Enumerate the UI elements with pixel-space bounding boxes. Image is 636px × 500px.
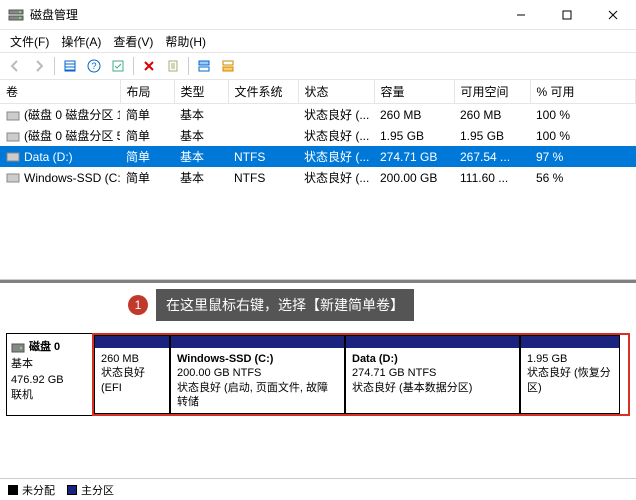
col-free[interactable]: 可用空间: [454, 80, 530, 104]
legend-primary: 主分区: [81, 482, 114, 498]
app-icon: [8, 7, 24, 23]
table-row[interactable]: (磁盘 0 磁盘分区 1)简单基本状态良好 (...260 MB260 MB10…: [0, 104, 636, 126]
col-capacity[interactable]: 容量: [374, 80, 454, 104]
properties-button[interactable]: [162, 55, 184, 77]
menu-action[interactable]: 操作(A): [55, 31, 107, 52]
close-button[interactable]: [590, 0, 636, 30]
legend: 未分配 主分区: [0, 478, 636, 500]
partition[interactable]: Data (D:)274.71 GB NTFS状态良好 (基本数据分区): [345, 335, 520, 414]
partition[interactable]: 1.95 GB状态良好 (恢复分区): [520, 335, 620, 414]
table-row[interactable]: (磁盘 0 磁盘分区 5)简单基本状态良好 (...1.95 GB1.95 GB…: [0, 125, 636, 146]
layout-top-button[interactable]: [193, 55, 215, 77]
menubar: 文件(F) 操作(A) 查看(V) 帮助(H): [0, 30, 636, 52]
toolbar: ?: [0, 52, 636, 80]
help-button[interactable]: ?: [83, 55, 105, 77]
legend-swatch-primary: [67, 485, 77, 495]
delete-button[interactable]: [138, 55, 160, 77]
view-list-button[interactable]: [59, 55, 81, 77]
disk-info: 磁盘 0 基本 476.92 GB 联机: [6, 333, 92, 416]
disk-icon: [11, 342, 25, 354]
minimize-button[interactable]: [498, 0, 544, 30]
annotation-number: 1: [128, 295, 148, 315]
menu-help[interactable]: 帮助(H): [159, 31, 212, 52]
partition[interactable]: Windows-SSD (C:)200.00 GB NTFS状态良好 (启动, …: [170, 335, 345, 414]
layout-bottom-button[interactable]: [217, 55, 239, 77]
back-button[interactable]: [4, 55, 26, 77]
col-status[interactable]: 状态: [298, 80, 374, 104]
svg-text:?: ?: [91, 61, 96, 71]
annotation-text: 在这里鼠标右键，选择【新建简单卷】: [156, 289, 414, 321]
titlebar: 磁盘管理: [0, 0, 636, 30]
window-title: 磁盘管理: [30, 6, 498, 23]
col-pct[interactable]: % 可用: [530, 80, 636, 104]
volume-table: 卷 布局 类型 文件系统 状态 容量 可用空间 % 可用 (磁盘 0 磁盘分区 …: [0, 80, 636, 188]
legend-swatch-unallocated: [8, 485, 18, 495]
partitions-container: 260 MB状态良好 (EFI Windows-SSD (C:)200.00 G…: [92, 333, 630, 416]
col-volume[interactable]: 卷: [0, 80, 120, 104]
partition[interactable]: 260 MB状态良好 (EFI: [94, 335, 170, 414]
maximize-button[interactable]: [544, 0, 590, 30]
annotation: 1 在这里鼠标右键，选择【新建简单卷】: [128, 289, 414, 321]
col-layout[interactable]: 布局: [120, 80, 174, 104]
disk-row[interactable]: 磁盘 0 基本 476.92 GB 联机 260 MB状态良好 (EFI Win…: [6, 333, 630, 416]
volume-table-container: 卷 布局 类型 文件系统 状态 容量 可用空间 % 可用 (磁盘 0 磁盘分区 …: [0, 80, 636, 280]
disk-size: 476.92 GB: [11, 373, 88, 388]
disk-label: 磁盘 0: [29, 340, 60, 355]
legend-unallocated: 未分配: [22, 482, 55, 498]
col-type[interactable]: 类型: [174, 80, 228, 104]
forward-button[interactable]: [28, 55, 50, 77]
table-row[interactable]: Data (D:)简单基本NTFS状态良好 (...274.71 GB267.5…: [0, 146, 636, 167]
table-row[interactable]: Windows-SSD (C:)简单基本NTFS状态良好 (...200.00 …: [0, 167, 636, 188]
col-fs[interactable]: 文件系统: [228, 80, 298, 104]
menu-file[interactable]: 文件(F): [4, 31, 55, 52]
menu-view[interactable]: 查看(V): [107, 31, 159, 52]
disk-status: 联机: [11, 388, 88, 403]
disk-pane: 1 在这里鼠标右键，选择【新建简单卷】 磁盘 0 基本 476.92 GB 联机…: [0, 280, 636, 478]
refresh-button[interactable]: [107, 55, 129, 77]
disk-type: 基本: [11, 357, 88, 372]
